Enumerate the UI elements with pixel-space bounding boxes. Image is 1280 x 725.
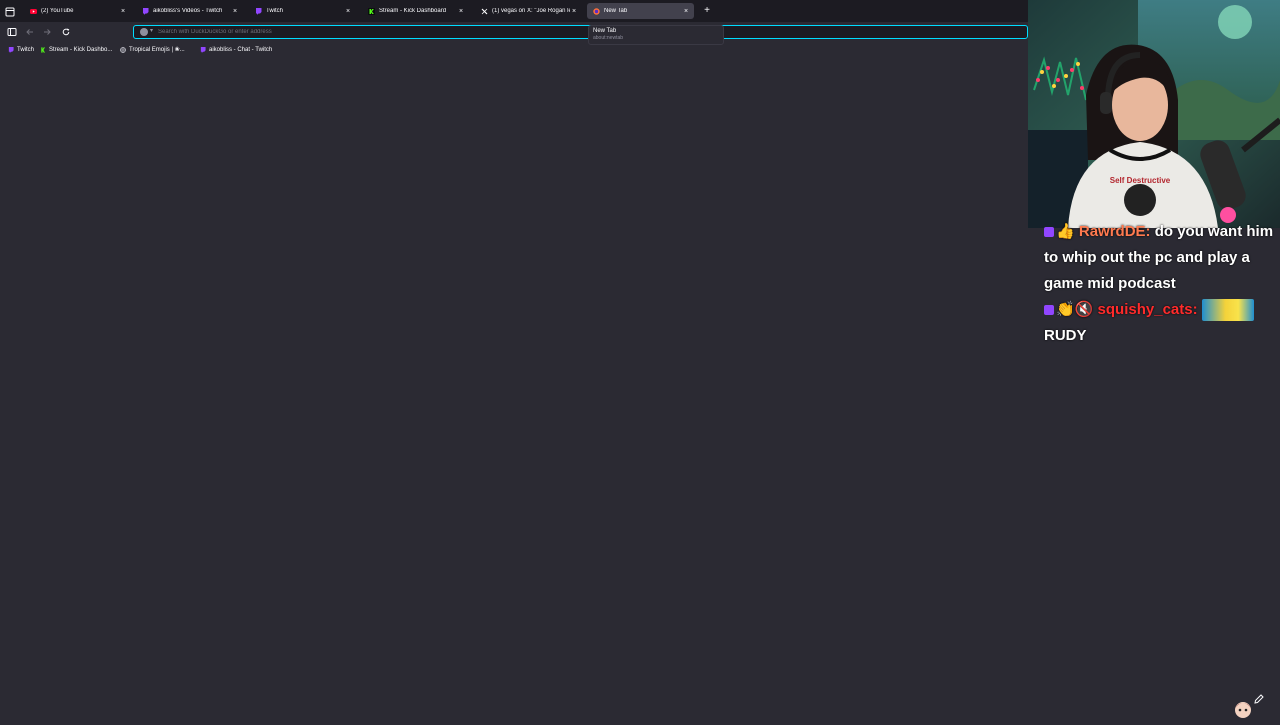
- twitch-badge-icon: [1044, 305, 1054, 316]
- tab-close-button[interactable]: ×: [682, 8, 690, 15]
- sidebar-toggle-icon[interactable]: [6, 26, 18, 38]
- x-icon: [481, 8, 488, 15]
- kick-icon: [40, 46, 46, 53]
- address-bar[interactable]: ▾: [133, 25, 1028, 39]
- forward-arrow-icon[interactable]: [41, 26, 53, 38]
- bookmark-label: aikobliss - Chat - Twitch: [209, 46, 273, 53]
- twitch-icon: [142, 7, 149, 15]
- bookmark-label: Stream - Kick Dashbo...: [49, 46, 113, 53]
- tab-twitch-videos[interactable]: aikobliss's Videos - Twitch ×: [136, 3, 243, 19]
- tab-close-button[interactable]: ×: [231, 8, 239, 15]
- pencil-icon[interactable]: [1253, 692, 1265, 704]
- bookmark-label: Tropical Emojis | ❀...: [129, 47, 185, 53]
- tab-title: Twitch: [266, 8, 284, 14]
- back-arrow-icon[interactable]: [24, 26, 36, 38]
- chat-username: RawrdDE:: [1078, 223, 1151, 240]
- tab-title: Stream - Kick Dashboard: [379, 8, 447, 14]
- tab-title: New Tab: [604, 8, 628, 14]
- firefox-icon: [593, 7, 600, 15]
- tab-title: (1) vegas on X: "Joe Rogan lear: [492, 8, 570, 14]
- tab-tooltip: New Tab about:newtab: [588, 25, 724, 45]
- tab-title: aikobliss's Videos - Twitch: [153, 8, 223, 14]
- chat-username: squishy_cats:: [1097, 301, 1198, 318]
- tooltip-url: about:newtab: [593, 35, 624, 41]
- globe-icon: [120, 46, 126, 53]
- tab-x-post[interactable]: (1) vegas on X: "Joe Rogan lear ×: [475, 3, 582, 19]
- bookmark-label: Twitch: [17, 46, 35, 53]
- pokemon-emote-icon: [1201, 299, 1254, 322]
- tab-close-button[interactable]: ×: [119, 8, 127, 15]
- reload-icon[interactable]: [60, 26, 72, 38]
- twitch-icon: [200, 46, 206, 53]
- clap-emote-icon: 👏: [1056, 301, 1075, 318]
- chat-message: 👏🔇 squishy_cats: RUDY: [1044, 297, 1280, 349]
- bookmark-kick-dashboard[interactable]: Stream - Kick Dashbo...: [40, 44, 112, 55]
- muted-speaker-icon: 🔇: [1074, 301, 1094, 318]
- bookmark-tropical-emojis[interactable]: Tropical Emojis | ❀...: [120, 44, 185, 55]
- tab-close-button[interactable]: ×: [457, 8, 465, 15]
- webcam-scene-image: Self Destructive: [1028, 0, 1280, 228]
- twitch-badge-icon: [1044, 227, 1054, 238]
- kick-icon: [368, 7, 375, 15]
- shirt-print-text: Self Destructive: [1110, 176, 1171, 185]
- bookmark-twitch-chat[interactable]: aikobliss - Chat - Twitch: [200, 44, 272, 55]
- thumbs-up-emote-icon: 👍: [1056, 223, 1075, 240]
- chat-text: RUDY: [1044, 327, 1087, 344]
- twitch-icon: [8, 46, 14, 53]
- tab-kick-dashboard[interactable]: Stream - Kick Dashboard ×: [362, 3, 469, 19]
- address-input[interactable]: [158, 27, 578, 37]
- tab-list-icon[interactable]: [4, 5, 16, 17]
- tab-close-button[interactable]: ×: [344, 8, 352, 15]
- stream-mascot-icon: [1232, 698, 1254, 720]
- tab-youtube[interactable]: (2) YouTube ×: [24, 3, 131, 19]
- tooltip-title: New Tab: [593, 28, 617, 34]
- bookmark-twitch[interactable]: Twitch: [8, 44, 34, 55]
- tab-title: (2) YouTube: [41, 8, 74, 14]
- tab-twitch[interactable]: Twitch ×: [249, 3, 356, 19]
- chevron-down-icon[interactable]: ▾: [150, 27, 153, 34]
- new-tab-button[interactable]: +: [702, 4, 712, 18]
- stream-chat-overlay: 👍 RawrdDE: do you want him to whip out t…: [1044, 219, 1280, 349]
- youtube-icon: [30, 8, 37, 15]
- chat-message: 👍 RawrdDE: do you want him to whip out t…: [1044, 219, 1280, 297]
- twitch-icon: [255, 7, 262, 15]
- webcam-overlay: Self Destructive: [1028, 0, 1280, 228]
- tab-new-tab[interactable]: New Tab ×: [587, 3, 694, 19]
- tab-close-button[interactable]: ×: [570, 8, 578, 15]
- search-engine-icon[interactable]: [140, 28, 148, 36]
